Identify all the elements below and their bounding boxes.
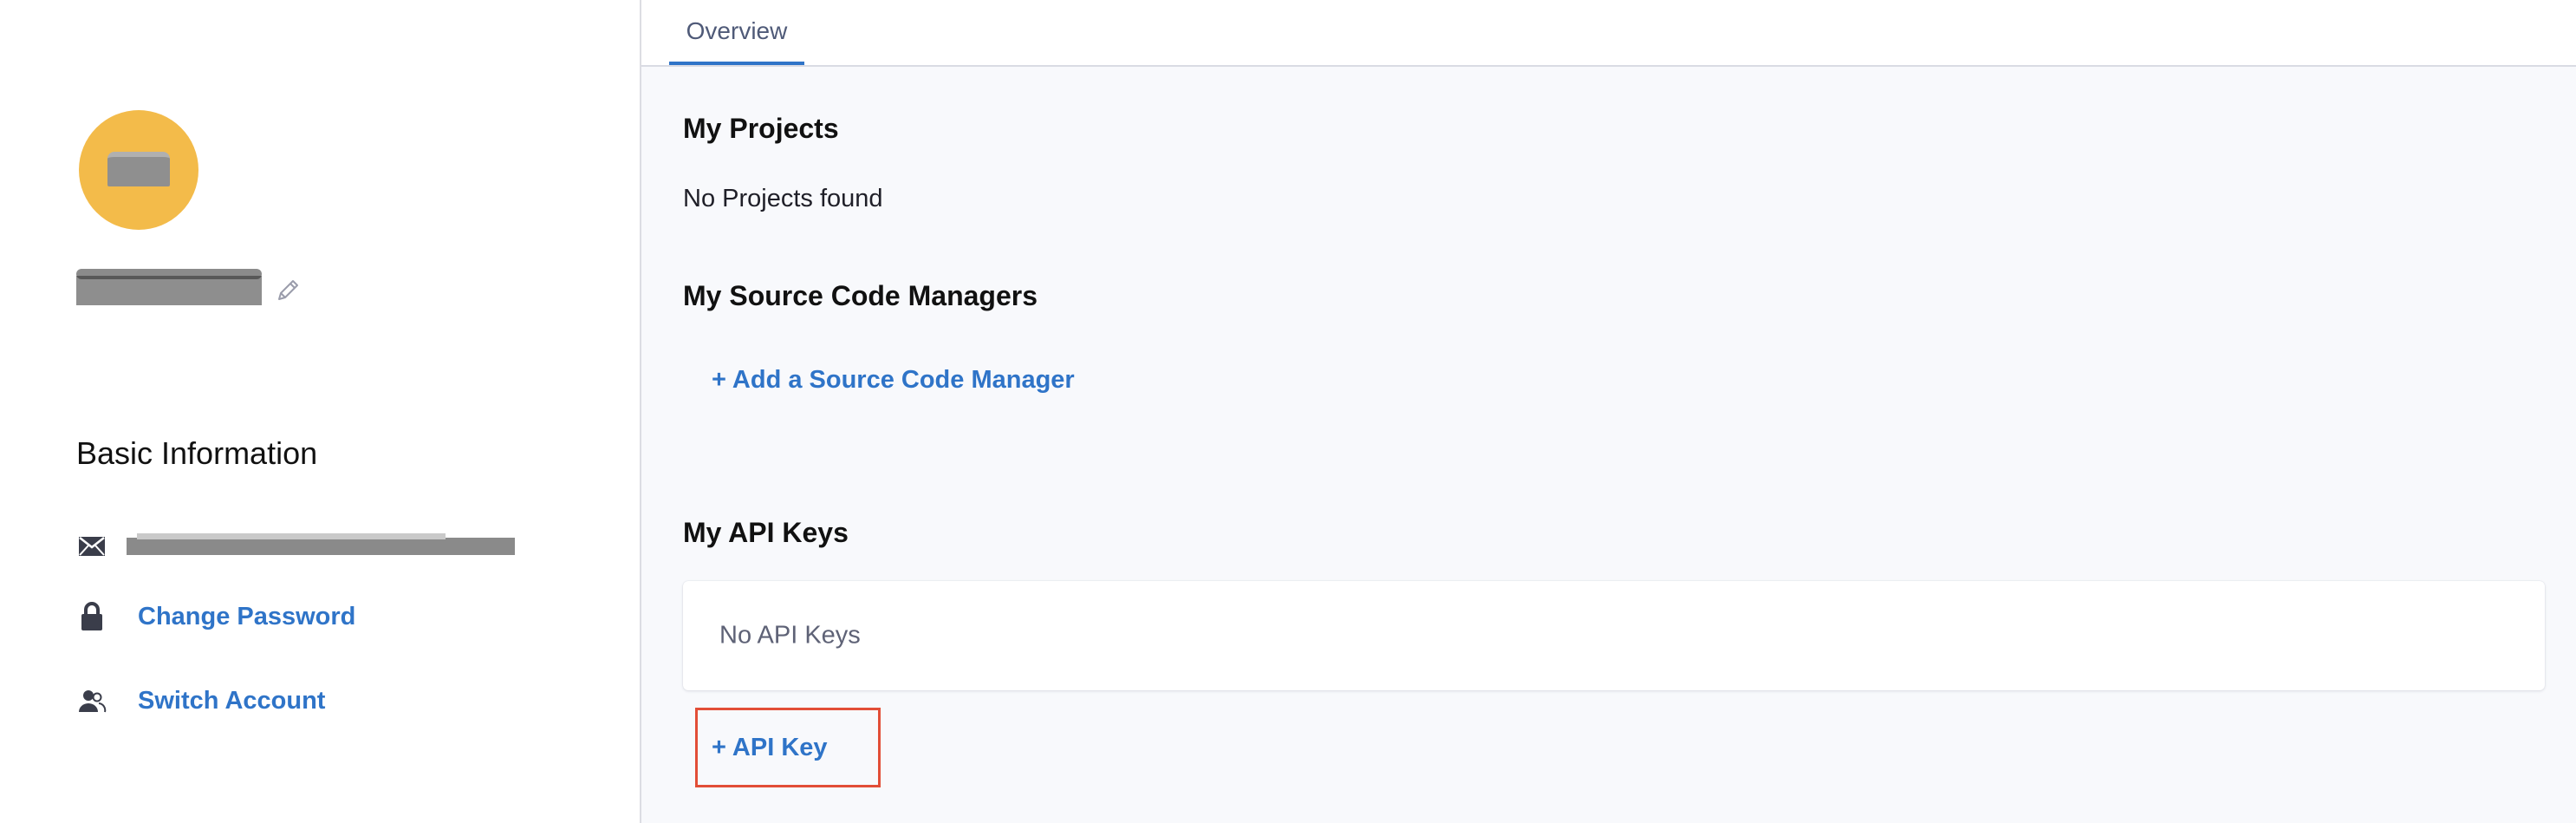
change-password-link[interactable]: Change Password <box>138 603 355 631</box>
basic-information-title: Basic Information <box>76 435 318 471</box>
users-icon <box>76 685 107 716</box>
redacted-user-name <box>76 269 262 305</box>
projects-empty-state: No Projects found <box>683 185 883 212</box>
change-password-row[interactable]: Change Password <box>76 601 355 632</box>
avatar <box>79 110 198 230</box>
my-projects-title: My Projects <box>683 113 839 144</box>
api-keys-card: No API Keys <box>683 581 2545 690</box>
profile-page: Basic Information Change Password Switch… <box>0 0 2576 823</box>
api-keys-empty-state: No API Keys <box>719 621 861 650</box>
switch-account-row[interactable]: Switch Account <box>76 685 325 716</box>
user-name <box>76 269 302 309</box>
main-content: Overview My Projects No Projects found M… <box>641 0 2576 823</box>
add-api-key-button[interactable]: + API Key <box>695 708 881 787</box>
add-source-code-manager-button[interactable]: + Add a Source Code Manager <box>712 366 1075 395</box>
profile-sidebar: Basic Information Change Password Switch… <box>0 0 641 823</box>
tab-bar: Overview <box>641 0 2576 67</box>
envelope-icon <box>76 531 107 562</box>
email-row <box>76 531 515 562</box>
switch-account-link[interactable]: Switch Account <box>138 687 325 715</box>
api-keys-title: My API Keys <box>683 517 849 548</box>
lock-icon <box>76 601 107 632</box>
tab-overview[interactable]: Overview <box>669 0 804 65</box>
redacted-initials <box>107 152 170 186</box>
pencil-icon[interactable] <box>274 277 302 304</box>
source-code-managers-title: My Source Code Managers <box>683 280 1038 311</box>
redacted-email <box>127 533 515 555</box>
